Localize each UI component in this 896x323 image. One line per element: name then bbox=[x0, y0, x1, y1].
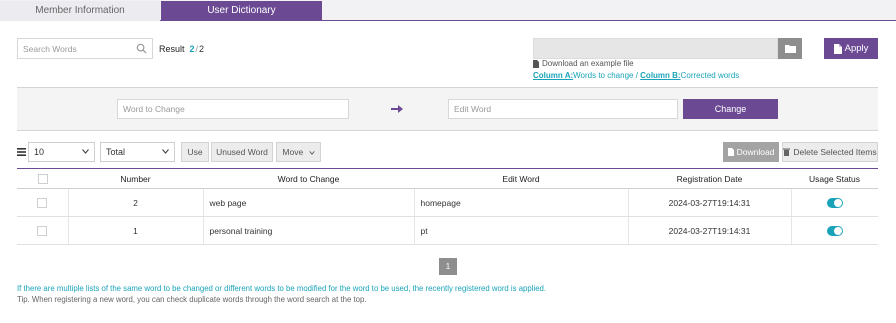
row-edit-word: pt bbox=[413, 216, 628, 245]
file-icon bbox=[727, 148, 734, 156]
folder-icon bbox=[784, 45, 796, 53]
row-checkbox[interactable] bbox=[37, 197, 48, 208]
trash-icon bbox=[783, 148, 791, 156]
column-b-text: Corrected words bbox=[680, 71, 740, 80]
filter-select[interactable]: Total bbox=[100, 142, 175, 162]
info-note: If there are multiple lists of the same … bbox=[17, 284, 547, 293]
column-a-label: Column A: bbox=[533, 71, 574, 80]
move-button[interactable]: Move bbox=[276, 142, 321, 162]
tab-bar: Member Information User Dictionary bbox=[0, 0, 896, 21]
chevron-down-icon bbox=[82, 149, 89, 154]
usage-status-toggle[interactable] bbox=[826, 225, 843, 236]
result-count: Result 2/2 bbox=[159, 44, 204, 54]
toggle-knob bbox=[833, 226, 842, 235]
chevron-down-icon bbox=[308, 150, 315, 155]
move-label: Move bbox=[282, 147, 304, 157]
row-word-to-change: personal training bbox=[202, 216, 414, 245]
apply-button[interactable]: Apply bbox=[824, 38, 878, 59]
table-row[interactable]: 1 personal training pt 2024-03-27T19:14:… bbox=[17, 216, 878, 245]
select-all-checkbox[interactable] bbox=[37, 173, 48, 184]
column-a-text: Words to change bbox=[573, 71, 634, 80]
header-registration-date: Registration Date bbox=[628, 168, 791, 189]
download-example-label: Download an example file bbox=[542, 59, 634, 68]
use-button[interactable]: Use bbox=[181, 142, 209, 162]
header-number: Number bbox=[68, 168, 203, 189]
change-button[interactable]: Change bbox=[683, 99, 778, 119]
search-icon[interactable] bbox=[136, 43, 147, 54]
search-box bbox=[17, 38, 153, 59]
row-checkbox[interactable] bbox=[37, 225, 48, 236]
row-number: 2 bbox=[67, 188, 203, 217]
document-icon bbox=[833, 43, 842, 54]
row-registration-date: 2024-03-27T19:14:31 bbox=[627, 216, 791, 245]
download-example-link[interactable]: Download an example file bbox=[533, 59, 634, 68]
delete-label: Delete Selected Items bbox=[793, 147, 877, 157]
header-edit-word: Edit Word bbox=[414, 168, 628, 189]
file-icon bbox=[533, 59, 539, 68]
header-select-all bbox=[17, 168, 68, 189]
result-current: 2 bbox=[189, 44, 195, 54]
row-registration-date: 2024-03-27T19:14:31 bbox=[627, 188, 791, 217]
result-total: 2 bbox=[199, 44, 205, 54]
file-path-field[interactable] bbox=[533, 38, 778, 59]
result-label: Result bbox=[159, 44, 185, 54]
column-b-label: Column B: bbox=[640, 71, 681, 80]
row-number: 1 bbox=[67, 216, 203, 245]
search-input[interactable] bbox=[18, 39, 128, 58]
result-separator: / bbox=[195, 44, 199, 54]
usage-status-toggle[interactable] bbox=[826, 197, 843, 208]
header-word-to-change: Word to Change bbox=[203, 168, 414, 189]
page-size-value: 10 bbox=[34, 147, 45, 157]
filter-value: Total bbox=[106, 147, 126, 157]
row-word-to-change: web page bbox=[202, 188, 414, 217]
apply-label: Apply bbox=[844, 43, 869, 54]
unused-word-button[interactable]: Unused Word bbox=[211, 142, 273, 162]
table-header-row: Number Word to Change Edit Word Registra… bbox=[17, 168, 878, 189]
arrow-right-icon bbox=[391, 105, 403, 113]
tip-note: Tip. When registering a new word, you ca… bbox=[17, 295, 367, 304]
browse-file-button[interactable] bbox=[778, 38, 802, 59]
tab-user-dictionary[interactable]: User Dictionary bbox=[161, 1, 322, 21]
list-menu-icon bbox=[17, 148, 26, 156]
column-guide: Column A:Words to change / Column B:Corr… bbox=[533, 71, 739, 80]
row-edit-word: homepage bbox=[413, 188, 628, 217]
pagination-page-1[interactable]: 1 bbox=[439, 258, 457, 275]
toggle-knob bbox=[833, 198, 842, 207]
header-usage-status: Usage Status bbox=[791, 168, 878, 189]
dictionary-table: Number Word to Change Edit Word Registra… bbox=[17, 168, 878, 245]
chevron-down-icon bbox=[162, 149, 169, 154]
edit-word-input[interactable] bbox=[448, 99, 678, 119]
tab-member-information[interactable]: Member Information bbox=[0, 1, 160, 21]
download-label: Download bbox=[736, 147, 775, 157]
delete-selected-button[interactable]: Delete Selected Items bbox=[782, 142, 878, 162]
table-row[interactable]: 2 web page homepage 2024-03-27T19:14:31 bbox=[17, 188, 878, 217]
page-size-select[interactable]: 10 bbox=[28, 142, 95, 162]
word-to-change-input[interactable] bbox=[117, 99, 349, 119]
download-button[interactable]: Download bbox=[723, 142, 779, 162]
